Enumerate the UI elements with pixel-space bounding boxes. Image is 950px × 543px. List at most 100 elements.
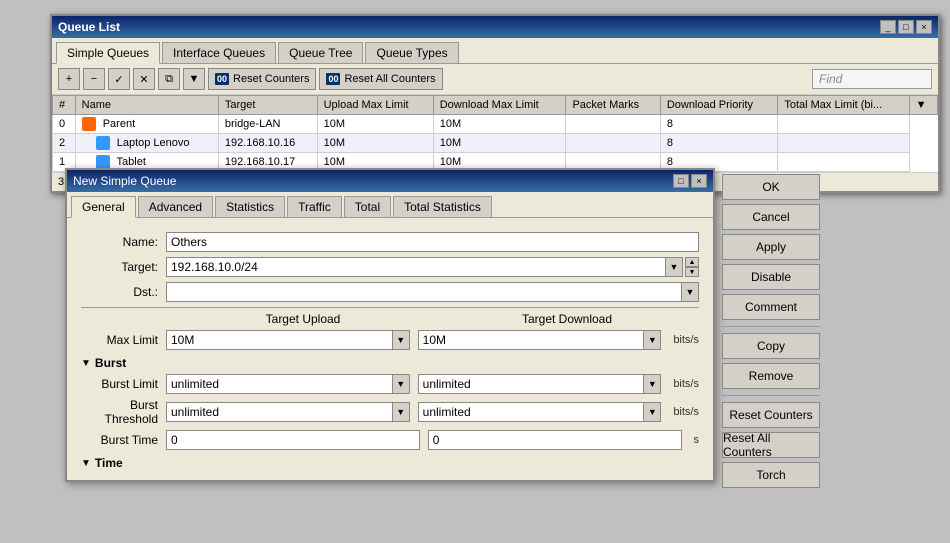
max-limit-download-dropdown[interactable]: ▼ bbox=[643, 330, 661, 350]
dialog-tab-traffic[interactable]: Traffic bbox=[287, 196, 342, 217]
burst-limit-upload-input[interactable] bbox=[166, 374, 392, 394]
dialog-title: New Simple Queue bbox=[73, 174, 176, 188]
dialog-controls: □ × bbox=[673, 174, 707, 188]
copy-toolbar-button[interactable]: ⧉ bbox=[158, 68, 180, 90]
dialog-tab-total-statistics[interactable]: Total Statistics bbox=[393, 196, 492, 217]
dialog-close-button[interactable]: × bbox=[691, 174, 707, 188]
burst-limit-download-dropdown[interactable]: ▼ bbox=[643, 374, 661, 394]
reset-counters-label: Reset Counters bbox=[233, 73, 309, 85]
burst-label: Burst bbox=[95, 356, 126, 370]
device-icon bbox=[96, 155, 110, 169]
burst-time-download-field bbox=[428, 430, 682, 450]
name-input[interactable] bbox=[166, 232, 699, 252]
dst-row: Dst.: ▼ bbox=[73, 282, 707, 302]
torch-button[interactable]: Torch bbox=[722, 462, 820, 488]
find-input[interactable]: Find bbox=[812, 69, 932, 89]
minimize-button[interactable]: _ bbox=[880, 20, 896, 34]
burst-threshold-upload-input[interactable] bbox=[166, 402, 392, 422]
burst-threshold-label: Burst Threshold bbox=[81, 398, 166, 426]
dst-dropdown-button[interactable]: ▼ bbox=[681, 282, 699, 302]
burst-limit-label: Burst Limit bbox=[81, 377, 166, 391]
burst-time-unit: s bbox=[694, 434, 700, 446]
col-extra: ▼ bbox=[909, 96, 937, 115]
time-collapse[interactable]: ▼ Time bbox=[73, 456, 707, 470]
burst-threshold-download-dropdown[interactable]: ▼ bbox=[643, 402, 661, 422]
max-limit-download-input[interactable] bbox=[418, 330, 644, 350]
cell-priority: 8 bbox=[660, 115, 778, 134]
copy-button[interactable]: Copy bbox=[722, 333, 820, 359]
burst-bits-label: bits/s bbox=[673, 378, 699, 390]
col-packets: Packet Marks bbox=[566, 96, 660, 115]
target-updown: ▲ ▼ bbox=[685, 257, 699, 277]
parent-icon bbox=[82, 117, 96, 131]
burst-section: Burst Limit ▼ ▼ bits/s Burst Threshold ▼ bbox=[73, 374, 707, 450]
disable-button[interactable]: ✕ bbox=[133, 68, 155, 90]
reset-counters-toolbar-button[interactable]: 00 Reset Counters bbox=[208, 68, 316, 90]
bw-headers: Target Upload Target Download bbox=[81, 312, 699, 326]
burst-threshold-download-field: ▼ bbox=[418, 402, 662, 422]
burst-time-download-input[interactable] bbox=[428, 430, 682, 450]
button-separator-2 bbox=[722, 395, 820, 396]
burst-threshold-bits-label: bits/s bbox=[673, 406, 699, 418]
remove-button[interactable]: Remove bbox=[722, 363, 820, 389]
tab-interface-queues[interactable]: Interface Queues bbox=[162, 42, 276, 63]
dialog-maximize-button[interactable]: □ bbox=[673, 174, 689, 188]
burst-time-label: Burst Time bbox=[81, 433, 166, 447]
ok-button[interactable]: OK bbox=[722, 174, 820, 200]
max-limit-upload-dropdown[interactable]: ▼ bbox=[392, 330, 410, 350]
name-row: Name: bbox=[73, 232, 707, 252]
target-dropdown-button[interactable]: ▼ bbox=[665, 257, 683, 277]
remove-button[interactable]: − bbox=[83, 68, 105, 90]
max-limit-upload-field: ▼ bbox=[166, 330, 410, 350]
target-row: Target: ▼ ▲ ▼ bbox=[73, 257, 707, 277]
burst-limit-upload-dropdown[interactable]: ▼ bbox=[392, 374, 410, 394]
enable-button[interactable]: ✓ bbox=[108, 68, 130, 90]
maximize-button[interactable]: □ bbox=[898, 20, 914, 34]
dialog-tab-statistics[interactable]: Statistics bbox=[215, 196, 285, 217]
max-limit-download-field: ▼ bbox=[418, 330, 662, 350]
tab-simple-queues[interactable]: Simple Queues bbox=[56, 42, 160, 64]
burst-time-upload-input[interactable] bbox=[166, 430, 420, 450]
target-down-button[interactable]: ▼ bbox=[685, 267, 699, 277]
cell-name: Parent bbox=[75, 115, 218, 134]
filter-button[interactable]: ▼ bbox=[183, 68, 205, 90]
target-input[interactable] bbox=[166, 257, 665, 277]
reset-all-counters-button[interactable]: Reset All Counters bbox=[722, 432, 820, 458]
dialog-tabs: General Advanced Statistics Traffic Tota… bbox=[67, 192, 713, 218]
col-download: Download Max Limit bbox=[433, 96, 566, 115]
dialog-tab-total[interactable]: Total bbox=[344, 196, 391, 217]
disable-button[interactable]: Disable bbox=[722, 264, 820, 290]
max-limit-row: Max Limit ▼ ▼ bits/s bbox=[81, 330, 699, 350]
comment-button[interactable]: Comment bbox=[722, 294, 820, 320]
burst-threshold-upload-dropdown[interactable]: ▼ bbox=[392, 402, 410, 422]
table-row[interactable]: 0 Parent bridge-LAN 10M 10M 8 bbox=[53, 115, 938, 134]
close-button[interactable]: × bbox=[916, 20, 932, 34]
tab-queue-types[interactable]: Queue Types bbox=[365, 42, 458, 63]
burst-threshold-download-input[interactable] bbox=[418, 402, 644, 422]
cancel-button[interactable]: Cancel bbox=[722, 204, 820, 230]
dst-input[interactable] bbox=[166, 282, 681, 302]
cell-target: bridge-LAN bbox=[218, 115, 317, 134]
time-arrow-icon: ▼ bbox=[81, 458, 91, 469]
counter-all-icon: 00 bbox=[326, 73, 340, 85]
table-row[interactable]: 2 Laptop Lenovo 192.168.10.16 10M 10M 8 bbox=[53, 134, 938, 153]
max-limit-label: Max Limit bbox=[81, 333, 166, 347]
cell-total bbox=[778, 134, 909, 153]
col-total-max: Total Max Limit (bi... bbox=[778, 96, 909, 115]
burst-collapse[interactable]: ▼ Burst bbox=[73, 356, 707, 370]
max-limit-upload-input[interactable] bbox=[166, 330, 392, 350]
burst-limit-upload-field: ▼ bbox=[166, 374, 410, 394]
dialog-tab-general[interactable]: General bbox=[71, 196, 136, 218]
target-up-button[interactable]: ▲ bbox=[685, 257, 699, 267]
reset-all-counters-toolbar-button[interactable]: 00 Reset All Counters bbox=[319, 68, 442, 90]
apply-button[interactable]: Apply bbox=[722, 234, 820, 260]
target-field: ▼ bbox=[166, 257, 683, 277]
cell-download: 10M bbox=[433, 115, 566, 134]
dialog-tab-advanced[interactable]: Advanced bbox=[138, 196, 213, 217]
reset-counters-button[interactable]: Reset Counters bbox=[722, 402, 820, 428]
burst-limit-row: Burst Limit ▼ ▼ bits/s bbox=[81, 374, 699, 394]
tab-queue-tree[interactable]: Queue Tree bbox=[278, 42, 363, 63]
add-button[interactable]: + bbox=[58, 68, 80, 90]
burst-limit-download-input[interactable] bbox=[418, 374, 644, 394]
cell-packets bbox=[566, 134, 660, 153]
